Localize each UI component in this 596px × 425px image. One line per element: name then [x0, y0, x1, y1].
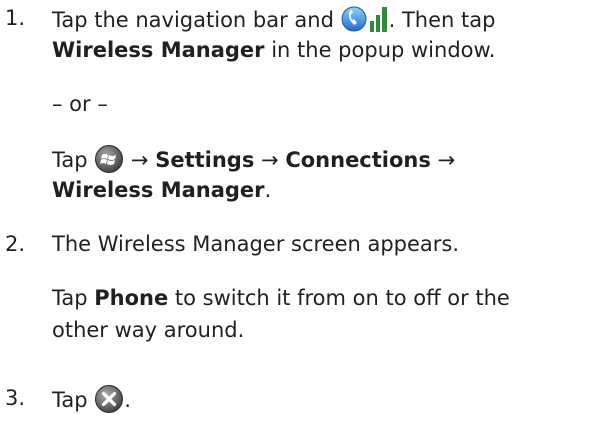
instruction-line: Wireless Manager. — [52, 178, 272, 202]
instruction-line: Tap . — [52, 384, 131, 414]
step-number: 2. — [5, 232, 26, 256]
instruction-line: Wireless Manager in the popup window. — [52, 38, 496, 62]
or-separator: – or – — [52, 92, 108, 116]
instruction-line: other way around. — [52, 318, 245, 342]
close-icon — [94, 384, 124, 414]
phone-signal-icon — [341, 4, 389, 34]
windows-start-icon — [94, 144, 124, 174]
step-number: 1. — [5, 6, 26, 30]
instruction-line: Tap the navigation bar and . Then tap — [52, 4, 495, 34]
instruction-line: Tap Phone to switch it from on to off or… — [52, 286, 510, 310]
instruction-line: The Wireless Manager screen appears. — [52, 232, 460, 256]
instruction-line: Tap → Settings → Connections → — [52, 144, 455, 174]
step-number: 3. — [5, 386, 26, 410]
